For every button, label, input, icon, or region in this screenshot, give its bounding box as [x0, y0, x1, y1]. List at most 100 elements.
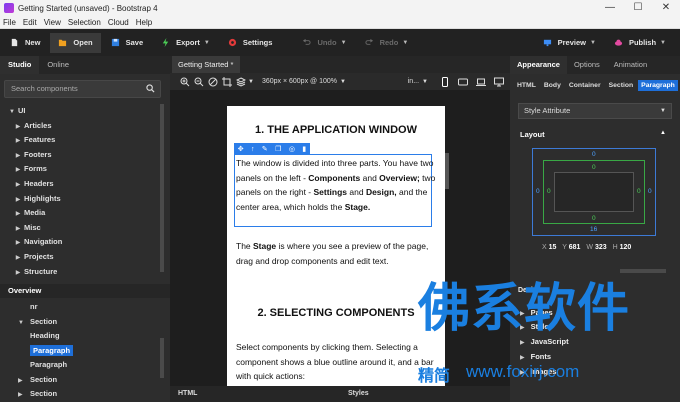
settings-button[interactable]: Settings [220, 33, 281, 53]
margin-top-value[interactable]: 0 [592, 151, 596, 158]
undo-label: Undo [317, 38, 337, 47]
stage-canvas[interactable]: 1. THE APPLICATION WINDOW ✥ ↑ ✎ ❐ ◎ ▮ Th… [227, 106, 445, 388]
phone-icon[interactable] [440, 76, 450, 87]
design-item-fonts[interactable]: ▶ Fonts [520, 352, 551, 361]
preview-button[interactable]: Preview ▼ [535, 33, 604, 53]
close-button[interactable]: ✕ [652, 0, 680, 16]
chevron-right-icon: ▶ [15, 254, 21, 261]
undo-icon [303, 38, 311, 45]
tree-category-item[interactable]: ▶ Navigation [0, 235, 160, 250]
tab-studio[interactable]: Studio [0, 56, 40, 74]
zoom-in-icon[interactable] [180, 77, 190, 87]
chevron-down-icon: ▼ [590, 39, 596, 46]
publish-button[interactable]: Publish ▼ [606, 33, 674, 53]
style-attribute-select[interactable]: Style Attribute ▼ [518, 103, 672, 119]
search-input[interactable]: Search components [4, 80, 161, 98]
maximize-button[interactable]: ☐ [624, 0, 652, 16]
right-scrollbar[interactable] [620, 269, 666, 273]
tree-category-item[interactable]: ▶ Forms [0, 162, 160, 177]
overview-node[interactable]: ▼ Section [0, 315, 160, 330]
overview-node[interactable]: Paragraph [0, 344, 160, 359]
padding-top-value[interactable]: 0 [592, 164, 596, 171]
padding-right-value[interactable]: 0 [637, 188, 641, 195]
search-placeholder: Search components [11, 84, 78, 93]
overview-scrollbar[interactable] [160, 338, 164, 378]
tab-html[interactable]: HTML [178, 390, 197, 397]
overview-node[interactable]: ▶ Section [0, 387, 160, 402]
overview-node[interactable]: ▶ Section [0, 373, 160, 388]
menu-edit[interactable]: Edit [23, 18, 37, 27]
overview-node[interactable]: Heading [0, 329, 160, 344]
tree-category-label: Forms [24, 164, 47, 174]
crumb-paragraph[interactable]: Paragraph [638, 80, 678, 91]
tab-styles[interactable]: Styles [348, 390, 369, 397]
crumb-html[interactable]: HTML [514, 80, 539, 91]
viewport-size[interactable]: 360px × 600px @ 100% [262, 78, 337, 85]
overview-node-label: Section [30, 316, 58, 326]
crop-icon[interactable] [222, 76, 232, 87]
arrow-up-icon[interactable]: ↑ [251, 146, 255, 153]
desktop-icon[interactable] [494, 77, 504, 87]
margin-bottom-value[interactable]: 16 [590, 226, 597, 233]
tab-appearance[interactable]: Appearance [510, 56, 567, 74]
y-label: Y [562, 244, 567, 251]
tree-category-item[interactable]: ▶ Features [0, 133, 160, 148]
paragraph-stage[interactable]: The Stage is where you see a preview of … [236, 239, 438, 268]
redo-button[interactable]: Redo ▼ [357, 33, 417, 53]
layers-icon[interactable] [236, 76, 246, 87]
device-select[interactable]: in... [408, 78, 419, 85]
document-tab[interactable]: Getting Started * [172, 56, 240, 73]
zoom-out-icon[interactable] [194, 77, 204, 87]
chevron-right-icon: ▶ [15, 138, 21, 145]
save-button[interactable]: Save [103, 33, 152, 53]
margin-right-value[interactable]: 0 [648, 188, 652, 195]
overview-node[interactable]: Paragraph [0, 358, 160, 373]
collapse-icon[interactable]: ▲ [660, 130, 666, 136]
menu-selection[interactable]: Selection [68, 18, 101, 27]
design-item-javascript[interactable]: ▶ JavaScript [520, 337, 569, 346]
tree-category-item[interactable]: ▶ Footers [0, 148, 160, 163]
crumb-body[interactable]: Body [541, 80, 564, 91]
laptop-icon[interactable] [476, 77, 486, 87]
crumb-section[interactable]: Section [606, 80, 637, 91]
tree-category-item[interactable]: ▶ Projects [0, 250, 160, 265]
tree-category-item[interactable]: ▶ Media [0, 206, 160, 221]
minimize-button[interactable]: — [596, 0, 624, 16]
tree-root-ui[interactable]: ▼ UI [0, 104, 160, 119]
tree-category-item[interactable]: ▶ Articles [0, 119, 160, 134]
block-icon[interactable] [208, 77, 218, 87]
tab-online[interactable]: Online [39, 56, 77, 74]
export-button[interactable]: Export ▼ [153, 33, 218, 53]
tree-category-item[interactable]: ▶ Structure [0, 265, 160, 280]
menu-view[interactable]: View [44, 18, 61, 27]
heading-application-window[interactable]: 1. THE APPLICATION WINDOW [227, 124, 445, 136]
menu-help[interactable]: Help [136, 18, 152, 27]
crumb-container[interactable]: Container [566, 80, 604, 91]
heading-selecting-components[interactable]: 2. SELECTING COMPONENTS [227, 307, 445, 319]
tab-animation[interactable]: Animation [607, 56, 654, 74]
padding-left-value[interactable]: 0 [547, 188, 551, 195]
delete-icon[interactable]: ▮ [302, 145, 306, 153]
components-scrollbar[interactable] [160, 104, 164, 272]
stage-scrollbar[interactable] [445, 153, 449, 189]
paragraph-selected[interactable]: The window is divided into three parts. … [236, 156, 438, 214]
open-button[interactable]: Open [50, 32, 101, 53]
edit-icon[interactable]: ✎ [262, 145, 268, 153]
move-icon[interactable]: ✥ [238, 145, 244, 153]
margin-left-value[interactable]: 0 [536, 188, 540, 195]
tablet-icon[interactable] [458, 77, 468, 87]
tree-category-item[interactable]: ▶ Headers [0, 177, 160, 192]
overview-node[interactable]: nr [0, 300, 160, 315]
hide-icon[interactable]: ◎ [289, 145, 295, 153]
menu-file[interactable]: File [3, 18, 16, 27]
menu-cloud[interactable]: Cloud [108, 18, 129, 27]
undo-button[interactable]: Undo ▼ [294, 33, 354, 53]
paragraph-selecting[interactable]: Select components by clicking them. Sele… [236, 340, 438, 384]
tab-options[interactable]: Options [567, 56, 607, 74]
copy-icon[interactable]: ❐ [275, 145, 281, 153]
overview-tree: nr ▼ Section Heading Paragraph Paragraph ▶ Sect… [0, 300, 160, 402]
padding-bottom-value[interactable]: 0 [592, 215, 596, 222]
tree-category-item[interactable]: ▶ Misc [0, 221, 160, 236]
new-button[interactable]: New [2, 33, 48, 53]
tree-category-item[interactable]: ▶ Highlights [0, 192, 160, 207]
